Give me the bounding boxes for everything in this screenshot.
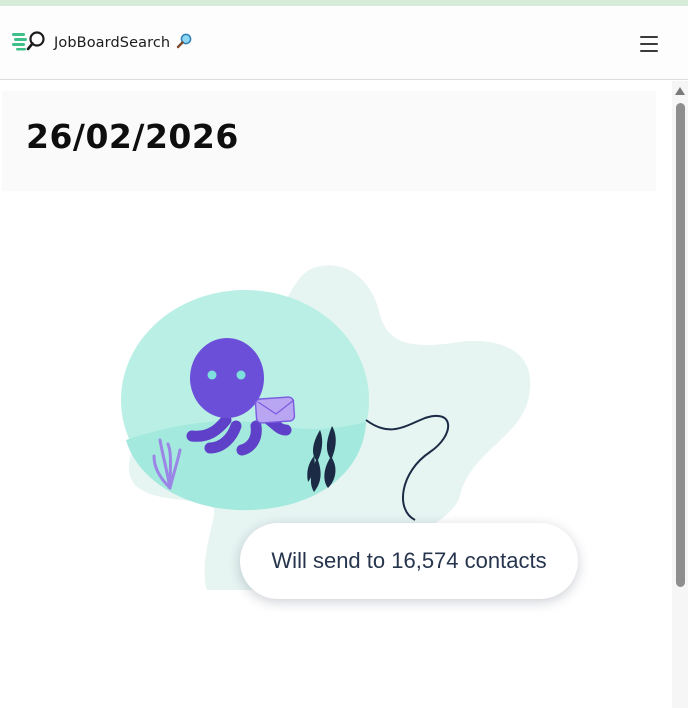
page-date: 26/02/2026: [26, 117, 239, 156]
speed-lines-magnifier-icon: [12, 30, 48, 57]
brand-link[interactable]: JobBoardSearch: [12, 30, 192, 57]
scroll-thumb[interactable]: [676, 103, 685, 587]
site-header: JobBoardSearch: [0, 6, 688, 80]
date-panel: 26/02/2026: [2, 91, 656, 191]
envelope-icon: [254, 396, 296, 424]
scroll-up-arrow-icon[interactable]: [675, 87, 685, 95]
send-summary-pill: Will send to 16,574 contacts: [240, 523, 578, 599]
send-summary-text: Will send to 16,574 contacts: [271, 548, 547, 573]
brand-name: JobBoardSearch: [54, 35, 171, 51]
vertical-scrollbar[interactable]: [672, 81, 688, 708]
magnifying-glass-icon: [176, 33, 192, 54]
hamburger-menu-icon[interactable]: [636, 32, 662, 54]
